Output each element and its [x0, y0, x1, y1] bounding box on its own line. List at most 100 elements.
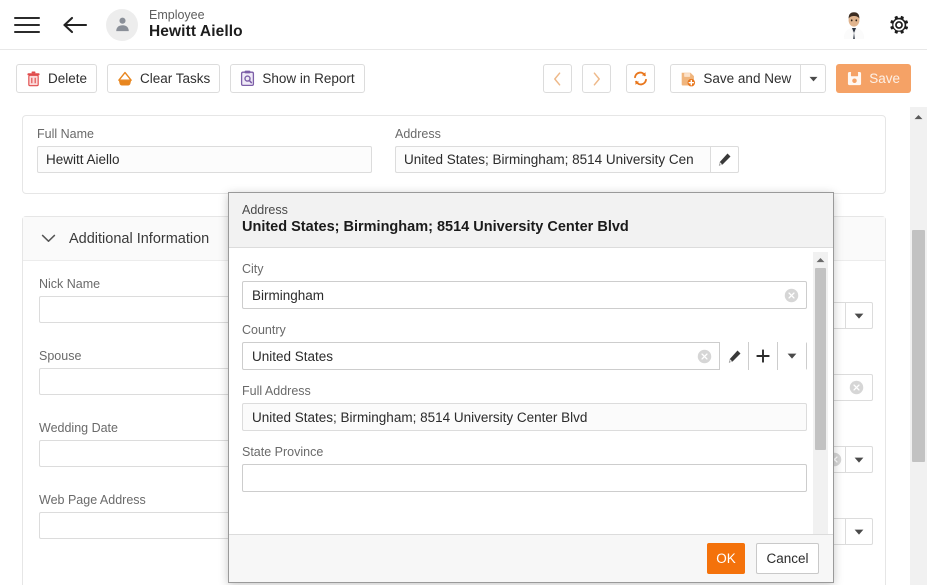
employee-avatar-icon — [106, 8, 138, 41]
address-edit-button[interactable] — [710, 146, 739, 173]
save-and-new-button[interactable]: Save and New — [670, 64, 801, 93]
next-record-button[interactable] — [582, 64, 612, 93]
chevron-left-icon — [554, 71, 561, 86]
dialog-full-address-input: United States; Birmingham; 8514 Universi… — [252, 409, 588, 425]
dialog-country-add-button[interactable] — [748, 342, 777, 371]
refresh-icon — [634, 71, 648, 86]
dialog-city-clear-button[interactable] — [776, 288, 806, 303]
right-field-3-dropdown[interactable] — [845, 446, 873, 473]
address-input[interactable]: United States; Birmingham; 8514 Universi… — [395, 146, 710, 173]
right-field-4-dropdown[interactable] — [845, 518, 873, 545]
dialog-body: City Birmingham Country United States Fu… — [229, 248, 833, 534]
additional-information-title: Additional Information — [69, 230, 210, 247]
previous-record-button[interactable] — [543, 64, 573, 93]
chevron-down-icon — [41, 234, 56, 242]
dialog-scroll-up-arrow-icon[interactable] — [813, 252, 828, 267]
back-arrow-icon[interactable] — [60, 12, 90, 38]
save-button-label: Save — [869, 71, 900, 86]
dialog-country-input-group: United States — [242, 342, 807, 371]
scroll-up-arrow-icon[interactable] — [910, 109, 927, 124]
dialog-country-clear-button[interactable] — [689, 349, 719, 364]
dialog-full-address-input-group: United States; Birmingham; 8514 Universi… — [242, 403, 807, 432]
full-name-input[interactable]: Hewitt Aiello — [37, 146, 372, 173]
dialog-country-label: Country — [242, 323, 286, 338]
dialog-full-address-field: Full Address United States; Birmingham; … — [242, 384, 807, 432]
plus-icon — [756, 349, 770, 363]
entity-type-label: Employee — [149, 8, 205, 23]
page-scrollbar[interactable] — [910, 107, 927, 585]
eraser-icon — [118, 71, 132, 85]
back-arrow-glyph — [63, 16, 88, 33]
user-photo-glyph — [844, 11, 864, 39]
header-actions — [841, 11, 911, 39]
save-new-icon — [682, 72, 696, 86]
save-and-new-split-button: Save and New — [670, 64, 827, 93]
dialog-footer: OK Cancel — [229, 534, 833, 582]
save-and-new-dropdown-arrow[interactable] — [800, 64, 827, 93]
caret-down-icon — [854, 457, 864, 463]
chevron-right-icon — [594, 71, 601, 86]
main-details-card: Full Name Hewitt Aiello Address United S… — [22, 115, 886, 194]
dialog-state-province-field: State Province — [242, 445, 807, 493]
address-input-group: United States; Birmingham; 8514 Universi… — [395, 146, 739, 173]
caret-down-icon — [809, 76, 818, 81]
toolbar-right-group: Save and New Save — [543, 64, 911, 93]
hamburger-menu-icon[interactable] — [14, 15, 40, 35]
trash-icon — [27, 71, 40, 86]
caret-down-icon — [787, 353, 797, 359]
pencil-icon — [728, 350, 740, 363]
dialog-city-input-group: Birmingham — [242, 281, 807, 310]
gear-icon[interactable] — [887, 13, 911, 37]
dialog-subtitle: Address — [242, 203, 288, 217]
dialog-scrollbar[interactable] — [813, 252, 828, 534]
dialog-country-edit-button[interactable] — [719, 342, 748, 371]
clear-tasks-button-label: Clear Tasks — [140, 71, 211, 86]
top-header-bar: Employee Hewitt Aiello — [0, 0, 927, 50]
page-scrollbar-thumb[interactable] — [912, 230, 925, 462]
dialog-state-province-label: State Province — [242, 445, 324, 460]
show-in-report-button[interactable]: Show in Report — [230, 64, 365, 93]
user-photo-icon[interactable] — [841, 11, 867, 39]
clear-circle-icon — [784, 288, 798, 302]
right-field-1-dropdown[interactable] — [845, 302, 873, 329]
full-name-field: Full Name Hewitt Aiello — [37, 127, 372, 173]
delete-button[interactable]: Delete — [16, 64, 98, 93]
save-button[interactable]: Save — [836, 64, 911, 93]
scroll-up-glyph — [816, 257, 825, 262]
address-label: Address — [395, 127, 441, 141]
dialog-city-label: City — [242, 262, 264, 277]
gear-glyph — [890, 15, 909, 34]
save-and-new-label: Save and New — [703, 71, 792, 86]
dialog-full-address-label: Full Address — [242, 384, 311, 399]
dialog-country-dropdown-button[interactable] — [777, 342, 806, 371]
pencil-icon — [718, 153, 731, 166]
caret-down-icon — [854, 313, 864, 319]
full-name-label: Full Name — [37, 127, 94, 141]
report-search-icon — [241, 70, 255, 87]
floppy-disk-icon — [848, 71, 862, 86]
address-edit-dialog: Address United States; Birmingham; 8514 … — [228, 192, 834, 583]
record-title-block: Employee Hewitt Aiello — [149, 8, 243, 40]
show-in-report-button-label: Show in Report — [262, 71, 355, 86]
avatar-glyph — [115, 17, 129, 32]
dialog-ok-button[interactable]: OK — [707, 543, 745, 574]
dialog-state-province-input-group — [242, 464, 807, 493]
page-title: Hewitt Aiello — [149, 22, 243, 40]
dialog-city-field: City Birmingham — [242, 262, 807, 310]
scroll-up-glyph — [914, 114, 923, 119]
toolbar-left-group: Delete Clear Tasks Show in Report — [16, 64, 365, 93]
clear-circle-icon[interactable] — [849, 380, 864, 395]
dialog-cancel-button[interactable]: Cancel — [756, 543, 819, 574]
address-field: Address United States; Birmingham; 8514 … — [395, 127, 739, 173]
clear-tasks-button[interactable]: Clear Tasks — [107, 64, 221, 93]
caret-down-icon — [854, 529, 864, 535]
record-toolbar: Delete Clear Tasks Show in Report Save a… — [0, 50, 927, 107]
application-window: Employee Hewitt Aiello Delete Clear Task… — [0, 0, 927, 585]
clear-circle-icon — [697, 349, 711, 363]
dialog-country-input[interactable]: United States — [243, 349, 689, 364]
dialog-city-input[interactable]: Birmingham — [243, 288, 776, 303]
delete-button-label: Delete — [48, 71, 88, 86]
dialog-scrollbar-thumb[interactable] — [815, 268, 826, 451]
refresh-button[interactable] — [626, 64, 656, 93]
dialog-title: United States; Birmingham; 8514 Universi… — [242, 219, 629, 236]
